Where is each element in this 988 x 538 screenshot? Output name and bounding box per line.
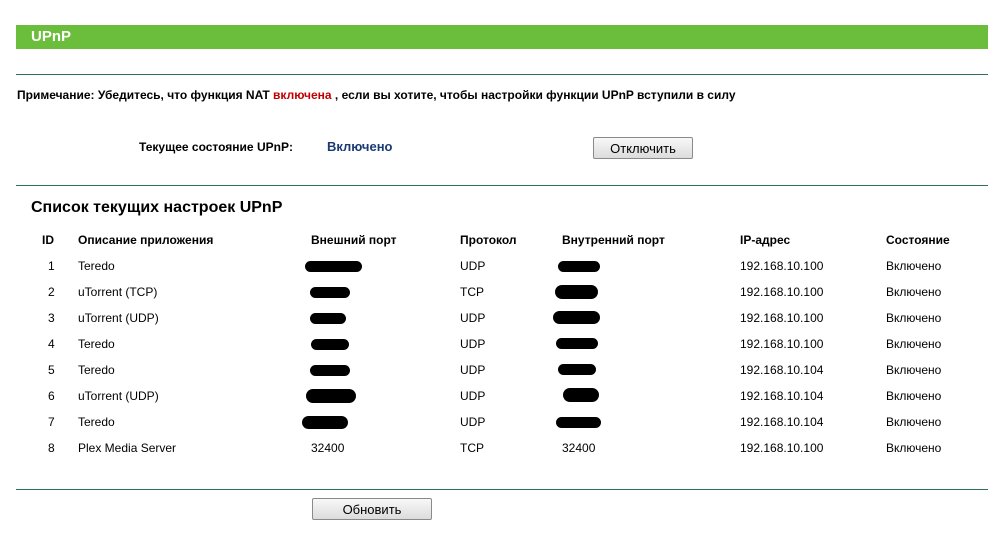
redacted-ext-port — [310, 287, 350, 298]
cell-id: 3 — [48, 311, 55, 325]
title-bar: UPnP — [16, 25, 988, 49]
redacted-int-port — [558, 261, 600, 272]
cell-protocol: UDP — [460, 415, 486, 429]
redacted-int-port — [553, 311, 600, 324]
upnp-state-value: Включено — [327, 139, 393, 154]
redacted-ext-port — [310, 365, 350, 376]
cell-state: Включено — [886, 337, 942, 351]
cell-app: uTorrent (UDP) — [78, 389, 159, 403]
redacted-int-port — [563, 388, 599, 402]
redacted-ext-port — [302, 416, 348, 429]
col-header-ip: IP-адрес — [740, 233, 791, 247]
cell-app: Teredo — [78, 259, 115, 273]
cell-id: 5 — [48, 363, 55, 377]
cell-ip: 192.168.10.100 — [740, 337, 824, 351]
cell-protocol: UDP — [460, 389, 486, 403]
col-header-app: Описание приложения — [78, 233, 214, 247]
cell-ip: 192.168.10.100 — [740, 285, 824, 299]
redacted-ext-port — [311, 339, 349, 350]
divider-bottom — [16, 489, 988, 490]
cell-state: Включено — [886, 441, 942, 455]
cell-ip: 192.168.10.104 — [740, 363, 824, 377]
cell-ext-port: 32400 — [311, 441, 345, 455]
cell-id: 7 — [48, 415, 55, 429]
redacted-ext-port — [305, 261, 362, 272]
cell-id: 6 — [48, 389, 55, 403]
cell-id: 8 — [48, 441, 55, 455]
cell-app: Teredo — [78, 363, 115, 377]
cell-state: Включено — [886, 285, 942, 299]
upnp-state-label: Текущее состояние UPnP: — [139, 140, 293, 154]
redacted-int-port — [558, 364, 596, 375]
nat-note: Примечание: Убедитесь, что функция NAT в… — [17, 88, 736, 102]
col-header-state: Состояние — [886, 233, 950, 247]
note-suffix: , если вы хотите, чтобы настройки функци… — [334, 88, 736, 102]
note-highlight: включена — [273, 88, 332, 102]
cell-app: uTorrent (UDP) — [78, 311, 159, 325]
cell-ip: 192.168.10.100 — [740, 259, 824, 273]
redacted-int-port — [555, 285, 598, 299]
cell-state: Включено — [886, 311, 942, 325]
col-header-protocol: Протокол — [460, 233, 517, 247]
divider-middle — [16, 185, 988, 186]
col-header-ext-port: Внешний порт — [311, 233, 397, 247]
cell-ip: 192.168.10.104 — [740, 389, 824, 403]
cell-ip: 192.168.10.104 — [740, 415, 824, 429]
cell-protocol: UDP — [460, 363, 486, 377]
cell-id: 4 — [48, 337, 55, 351]
cell-protocol: TCP — [460, 285, 484, 299]
cell-id: 1 — [48, 259, 55, 273]
cell-app: Teredo — [78, 415, 115, 429]
cell-int-port: 32400 — [562, 441, 596, 455]
cell-ip: 192.168.10.100 — [740, 441, 824, 455]
cell-protocol: UDP — [460, 311, 486, 325]
refresh-button[interactable]: Обновить — [312, 498, 432, 520]
cell-protocol: TCP — [460, 441, 484, 455]
cell-protocol: UDP — [460, 337, 486, 351]
cell-app: Teredo — [78, 337, 115, 351]
redacted-ext-port — [306, 389, 356, 403]
divider-top — [16, 74, 988, 75]
cell-state: Включено — [886, 415, 942, 429]
cell-protocol: UDP — [460, 259, 486, 273]
col-header-int-port: Внутренний порт — [562, 233, 665, 247]
disable-button[interactable]: Отключить — [593, 137, 693, 159]
cell-id: 2 — [48, 285, 55, 299]
redacted-int-port — [556, 417, 601, 428]
cell-state: Включено — [886, 363, 942, 377]
cell-state: Включено — [886, 259, 942, 273]
redacted-int-port — [556, 338, 598, 349]
note-prefix: Примечание: Убедитесь, что функция NAT — [17, 88, 270, 102]
page-title: UPnP — [31, 28, 72, 45]
cell-state: Включено — [886, 389, 942, 403]
col-header-id: ID — [42, 233, 54, 247]
cell-ip: 192.168.10.100 — [740, 311, 824, 325]
redacted-ext-port — [310, 313, 346, 324]
cell-app: uTorrent (TCP) — [78, 285, 158, 299]
list-title: Список текущих настроек UPnP — [31, 199, 283, 216]
cell-app: Plex Media Server — [78, 441, 177, 455]
